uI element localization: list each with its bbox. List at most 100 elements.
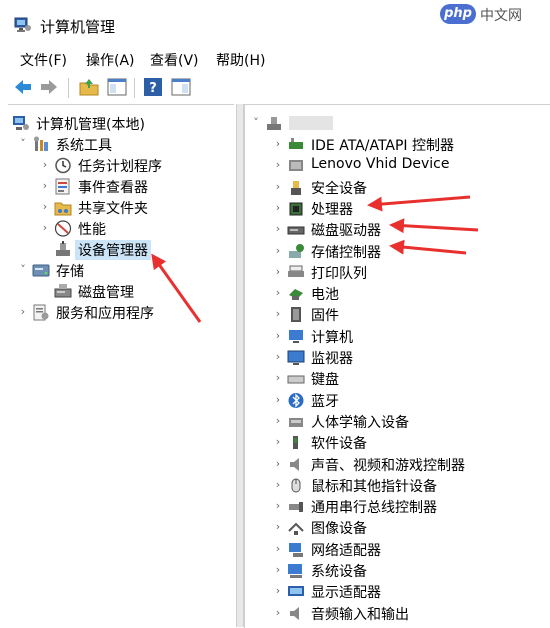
device-category-item[interactable]: › 显示适配器 (273, 581, 543, 602)
pane-splitter[interactable] (236, 104, 244, 627)
device-category-label: 图像设备 (311, 521, 367, 538)
forward-arrow-icon[interactable] (38, 76, 60, 98)
device-category-item[interactable]: › 处理器 (273, 198, 543, 219)
chevron-right-icon[interactable]: › (40, 158, 50, 171)
device-category-item[interactable]: › 通用串行总线控制器 (273, 496, 543, 517)
device-category-label: 显示适配器 (311, 585, 381, 602)
watermark: php 中文网 (440, 2, 546, 26)
device-category-label: 人体学输入设备 (311, 414, 409, 431)
chevron-right-icon[interactable]: › (273, 265, 283, 278)
chevron-right-icon[interactable]: › (273, 563, 283, 576)
tree-item-performance[interactable]: › 性能 (40, 218, 230, 239)
chevron-right-icon[interactable]: › (273, 606, 283, 619)
device-category-item[interactable]: › 网络适配器 (273, 539, 543, 560)
tree-item-label: 磁盘管理 (78, 285, 134, 301)
device-category-item[interactable]: › 软件设备 (273, 432, 543, 453)
menu-view[interactable]: 查看(V) (150, 50, 199, 70)
chevron-down-icon[interactable]: ˅ (18, 263, 28, 276)
device-category-item[interactable]: › IDE ATA/ATAPI 控制器 (273, 134, 543, 155)
chevron-right-icon[interactable]: › (273, 457, 283, 470)
print-queue-icon (288, 265, 304, 277)
back-arrow-icon[interactable] (12, 76, 34, 98)
show-action-pane-icon[interactable] (170, 76, 192, 98)
chevron-right-icon[interactable]: › (273, 244, 283, 257)
chevron-right-icon[interactable]: › (273, 222, 283, 235)
device-category-item[interactable]: › 固件 (273, 304, 543, 325)
up-folder-icon[interactable] (78, 76, 100, 98)
device-category-item[interactable]: › 键盘 (273, 368, 543, 389)
device-category-item[interactable]: › 磁盘驱动器 (273, 219, 543, 240)
chevron-right-icon[interactable]: › (273, 371, 283, 384)
services-icon (33, 304, 49, 321)
device-category-item[interactable]: › 电池 (273, 283, 543, 304)
chevron-right-icon[interactable]: › (273, 329, 283, 342)
tree-item-system-tools[interactable]: ˅ 系统工具 (18, 134, 228, 155)
tree-item-storage[interactable]: ˅ 存储 (18, 260, 228, 281)
device-category-item[interactable]: › 监视器 (273, 347, 543, 368)
chevron-right-icon[interactable]: › (40, 179, 50, 192)
device-category-item[interactable]: › 存储控制器 (273, 241, 543, 262)
chevron-right-icon[interactable]: › (273, 137, 283, 150)
device-category-item[interactable]: › 声音、视频和游戏控制器 (273, 454, 543, 475)
chevron-down-icon[interactable]: ˅ (251, 116, 261, 129)
chevron-right-icon[interactable]: › (273, 478, 283, 491)
chevron-right-icon[interactable]: › (273, 393, 283, 406)
chevron-right-icon[interactable]: › (18, 305, 28, 318)
device-category-item[interactable]: › 安全设备 (273, 177, 543, 198)
menu-help[interactable]: 帮助(H) (216, 50, 265, 70)
window-title: 计算机管理 (40, 18, 116, 36)
chevron-right-icon[interactable]: › (273, 542, 283, 555)
chevron-right-icon[interactable]: › (273, 158, 283, 171)
device-category-item[interactable]: › 蓝牙 (273, 390, 543, 411)
device-category-item[interactable]: › 音频输入和输出 (273, 603, 543, 624)
event-viewer-icon (55, 178, 70, 195)
menu-file[interactable]: 文件(F) (20, 50, 67, 70)
clock-icon (55, 157, 71, 174)
device-category-item[interactable]: › 计算机 (273, 326, 543, 347)
tree-item-disk-management[interactable]: 磁盘管理 (40, 281, 230, 302)
chevron-right-icon[interactable]: › (40, 200, 50, 213)
tree-item-services-applications[interactable]: › 服务和应用程序 (18, 302, 228, 323)
title-bar: 计算机管理 php 中文网 (0, 0, 550, 42)
chevron-right-icon[interactable]: › (273, 414, 283, 427)
chevron-right-icon[interactable]: › (273, 499, 283, 512)
human-interface-icon (289, 417, 303, 427)
menu-action[interactable]: 操作(A) (86, 50, 135, 70)
device-category-item[interactable]: › 人体学输入设备 (273, 411, 543, 432)
chevron-right-icon[interactable]: › (273, 350, 283, 363)
chevron-right-icon[interactable]: › (273, 307, 283, 320)
chevron-right-icon[interactable]: › (273, 435, 283, 448)
chevron-right-icon[interactable]: › (273, 520, 283, 533)
tree-item-device-manager[interactable]: 设备管理器 (40, 239, 230, 260)
toolbar-separator (68, 78, 69, 98)
device-root-computer[interactable]: ˅ (251, 113, 541, 134)
device-category-label: 鼠标和其他指针设备 (311, 478, 437, 495)
device-category-item[interactable]: › Lenovo Vhid Device (273, 155, 543, 176)
device-category-item[interactable]: › 打印队列 (273, 262, 543, 283)
network-adapter-icon (289, 542, 303, 557)
sound-icon (290, 457, 299, 471)
chevron-right-icon[interactable]: › (40, 221, 50, 234)
storage-controller-icon (289, 243, 304, 258)
help-icon[interactable]: ? (142, 76, 164, 98)
chevron-right-icon[interactable]: › (273, 286, 283, 299)
firmware-icon (291, 307, 301, 323)
chevron-right-icon[interactable]: › (273, 180, 283, 193)
device-category-label: 键盘 (311, 372, 339, 389)
device-category-item[interactable]: › 系统设备 (273, 560, 543, 581)
tree-item-label: 设备管理器 (75, 240, 151, 260)
device-category-label: 系统设备 (311, 564, 367, 580)
show-hide-tree-icon[interactable] (106, 76, 128, 98)
tree-item-computer-management[interactable]: 计算机管理(本地) (8, 113, 228, 134)
chevron-right-icon[interactable]: › (273, 584, 283, 597)
tree-item-label: 性能 (78, 222, 106, 238)
tree-item-event-viewer[interactable]: › 事件查看器 (40, 176, 230, 197)
tree-item-task-scheduler[interactable]: › 任务计划程序 (40, 155, 230, 176)
security-device-icon (291, 180, 301, 195)
device-category-item[interactable]: › 鼠标和其他指针设备 (273, 475, 543, 496)
chevron-down-icon[interactable]: ˅ (18, 137, 28, 150)
device-category-label: 磁盘驱动器 (311, 223, 381, 240)
device-category-item[interactable]: › 图像设备 (273, 517, 543, 538)
tree-item-shared-folders[interactable]: › 共享文件夹 (40, 197, 230, 218)
chevron-right-icon[interactable]: › (273, 201, 283, 214)
